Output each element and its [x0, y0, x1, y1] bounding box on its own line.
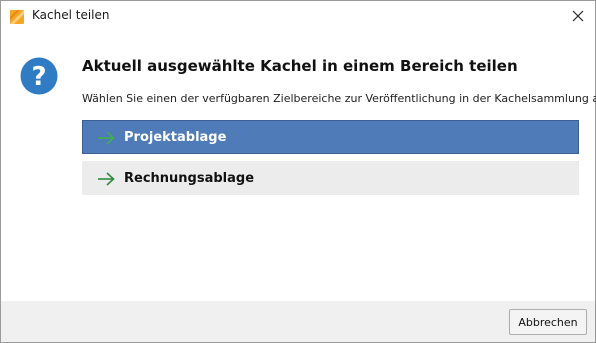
svg-text:?: ? — [31, 62, 46, 92]
close-icon — [572, 7, 584, 26]
dialog-heading: Aktuell ausgewählte Kachel in einem Bere… — [82, 57, 518, 75]
option-rechnungsablage[interactable]: Rechnungsablage — [82, 161, 579, 195]
dialog-footer: Abbrechen — [1, 301, 595, 342]
title-bar: Kachel teilen — [1, 1, 595, 31]
dialog-description: Wählen Sie einen der verfügbaren Zielber… — [82, 92, 596, 105]
arrow-right-icon — [97, 130, 115, 145]
close-button[interactable] — [563, 2, 593, 30]
app-logo-icon — [10, 9, 24, 24]
dialog-window: Kachel teilen ? Aktuell ausgewählte Kach… — [0, 0, 596, 343]
option-projektablage[interactable]: Projektablage — [82, 120, 579, 154]
arrow-right-icon — [97, 171, 115, 186]
option-label: Projektablage — [124, 129, 227, 145]
cancel-button[interactable]: Abbrechen — [509, 309, 587, 335]
question-icon: ? — [20, 57, 58, 95]
option-label: Rechnungsablage — [124, 170, 255, 186]
window-title: Kachel teilen — [32, 8, 110, 22]
